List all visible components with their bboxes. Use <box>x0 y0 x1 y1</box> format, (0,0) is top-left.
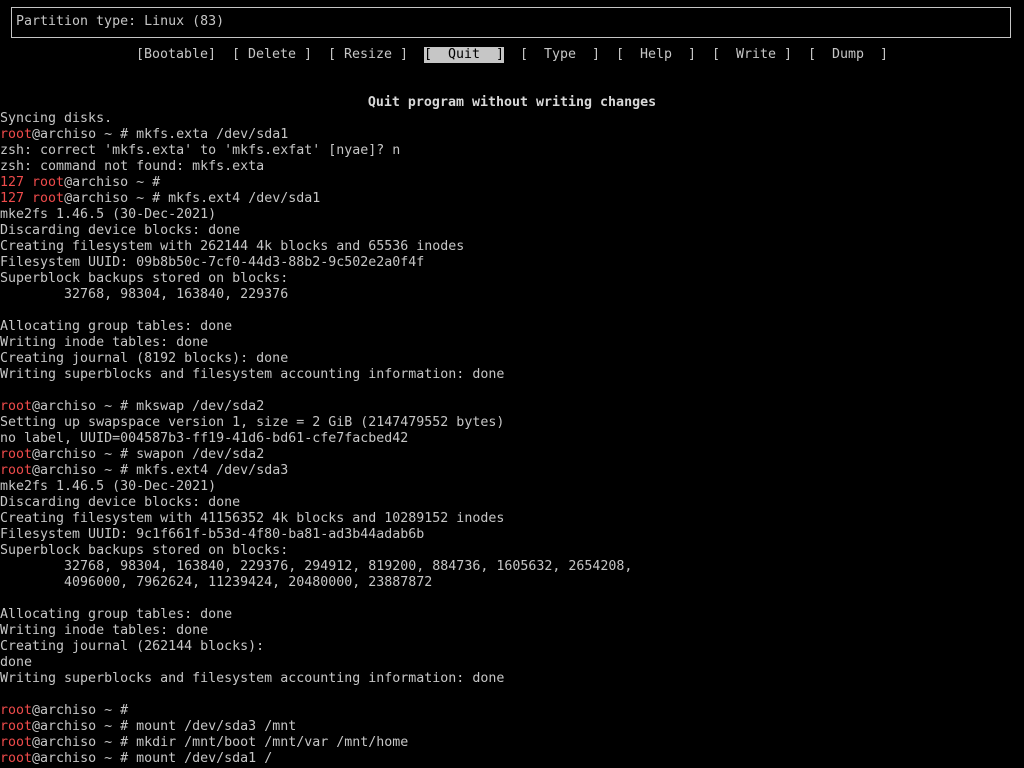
output-line: 32768, 98304, 163840, 229376 <box>0 287 289 302</box>
prompt-user: root <box>0 447 33 462</box>
prompt-host: @archiso ~ # <box>32 399 137 414</box>
prompt-user: root <box>32 175 65 190</box>
command-text: mkswap /dev/sda2 <box>136 399 265 414</box>
terminal-output: Syncing disks. root@archiso ~ # mkfs.exta… <box>0 111 1024 767</box>
prompt-host: @archiso ~ # <box>32 447 137 462</box>
output-line: Allocating group tables: done <box>0 319 233 334</box>
output-line: Writing superblocks and filesystem accou… <box>0 671 505 686</box>
command-text: mkdir /mnt/boot /mnt/var /mnt/home <box>136 735 409 750</box>
menu-help-button[interactable]: [ Help ] <box>616 47 696 63</box>
prompt-line: root@archiso ~ # mkdir /mnt/boot /mnt/va… <box>0 735 1024 751</box>
command-text: swapon /dev/sda2 <box>136 447 265 462</box>
prompt-line: 127 root@archiso ~ # mkfs.ext4 /dev/sda1 <box>0 191 1024 207</box>
prompt-user: root <box>0 751 33 766</box>
menu-hint-text: Quit program without writing changes <box>367 95 657 110</box>
menu-type-button[interactable]: [ Type ] <box>520 47 600 63</box>
prompt-line: root@archiso ~ # <box>0 703 1024 719</box>
output-line: 32768, 98304, 163840, 229376, 294912, 81… <box>0 559 633 574</box>
prompt-user: root <box>0 719 33 734</box>
output-line: Filesystem UUID: 09b8b50c-7cf0-44d3-88b2… <box>0 255 425 270</box>
prompt-host: @archiso ~ # <box>64 175 169 190</box>
prompt-line: root@archiso ~ # mkswap /dev/sda2 <box>0 399 1024 415</box>
prompt-line: 127 root@archiso ~ # <box>0 175 1024 191</box>
command-text: mkfs.ext4 /dev/sda1 <box>168 191 321 206</box>
prompt-host: @archiso ~ # <box>32 127 137 142</box>
prompt-host: @archiso ~ # <box>32 751 137 766</box>
output-line: mke2fs 1.46.5 (30-Dec-2021) <box>0 479 217 494</box>
output-line: zsh: correct 'mkfs.exta' to 'mkfs.exfat'… <box>0 143 401 158</box>
prompt-line: root@archiso ~ # mount /dev/sda1 / <box>0 751 1024 767</box>
prompt-line: root@archiso ~ # mkfs.exta /dev/sda1 <box>0 127 1024 143</box>
partition-type-box: Partition type: Linux (83) <box>11 7 1011 38</box>
prompt-line: root@archiso ~ # swapon /dev/sda2 <box>0 447 1024 463</box>
output-line: Allocating group tables: done <box>0 607 233 622</box>
output-line: no label, UUID=004587b3-ff19-41d6-bd61-c… <box>0 431 409 446</box>
prompt-host: @archiso ~ # <box>64 191 169 206</box>
output-line: 4096000, 7962624, 11239424, 20480000, 23… <box>0 575 433 590</box>
output-line: zsh: command not found: mkfs.exta <box>0 159 265 174</box>
prompt-user: root <box>0 127 33 142</box>
partition-type-label: Partition type: Linux (83) <box>16 14 225 29</box>
command-text: mount /dev/sda3 /mnt <box>136 719 297 734</box>
command-text: mkfs.ext4 /dev/sda3 <box>136 463 289 478</box>
menu-resize-button[interactable]: [ Resize ] <box>328 47 408 63</box>
output-line: Superblock backups stored on blocks: <box>0 543 289 558</box>
prompt-user: root <box>0 463 33 478</box>
exit-status: 127 <box>0 175 33 190</box>
cfdisk-menu-bar: [Bootable] [ Delete ] [ Resize ] [ Quit … <box>0 47 1024 63</box>
exit-status: 127 <box>0 191 33 206</box>
menu-delete-button[interactable]: [ Delete ] <box>232 47 312 63</box>
output-line: done <box>0 655 33 670</box>
prompt-user: root <box>32 191 65 206</box>
prompt-line: root@archiso ~ # mkfs.ext4 /dev/sda3 <box>0 463 1024 479</box>
output-line: mke2fs 1.46.5 (30-Dec-2021) <box>0 207 217 222</box>
output-line: Creating filesystem with 41156352 4k blo… <box>0 511 505 526</box>
command-text: mount /dev/sda1 / <box>136 751 273 766</box>
prompt-host: @archiso ~ # <box>32 719 137 734</box>
output-line: Creating journal (262144 blocks): <box>0 639 265 654</box>
output-line: Writing superblocks and filesystem accou… <box>0 367 505 382</box>
command-text: mkfs.exta /dev/sda1 <box>136 127 289 142</box>
menu-bootable-button[interactable]: [Bootable] <box>136 47 216 63</box>
prompt-host: @archiso ~ # <box>32 463 137 478</box>
output-line: Creating journal (8192 blocks): done <box>0 351 289 366</box>
output-line: Superblock backups stored on blocks: <box>0 271 289 286</box>
output-line: Creating filesystem with 262144 4k block… <box>0 239 465 254</box>
prompt-user: root <box>0 703 33 718</box>
prompt-user: root <box>0 399 33 414</box>
output-line: Writing inode tables: done <box>0 623 209 638</box>
output-line: Syncing disks. <box>0 111 113 126</box>
output-line: Discarding device blocks: done <box>0 223 241 238</box>
prompt-host: @archiso ~ # <box>32 703 137 718</box>
prompt-host: @archiso ~ # <box>32 735 137 750</box>
prompt-line: root@archiso ~ # mount /dev/sda3 /mnt <box>0 719 1024 735</box>
output-line: Discarding device blocks: done <box>0 495 241 510</box>
menu-dump-button[interactable]: [ Dump ] <box>808 47 888 63</box>
menu-write-button[interactable]: [ Write ] <box>712 47 792 63</box>
prompt-user: root <box>0 735 33 750</box>
output-line: Filesystem UUID: 9c1f661f-b53d-4f80-ba81… <box>0 527 425 542</box>
output-line: Setting up swapspace version 1, size = 2… <box>0 415 505 430</box>
output-line: Writing inode tables: done <box>0 335 209 350</box>
menu-quit-button[interactable]: [ Quit ] <box>424 47 505 63</box>
